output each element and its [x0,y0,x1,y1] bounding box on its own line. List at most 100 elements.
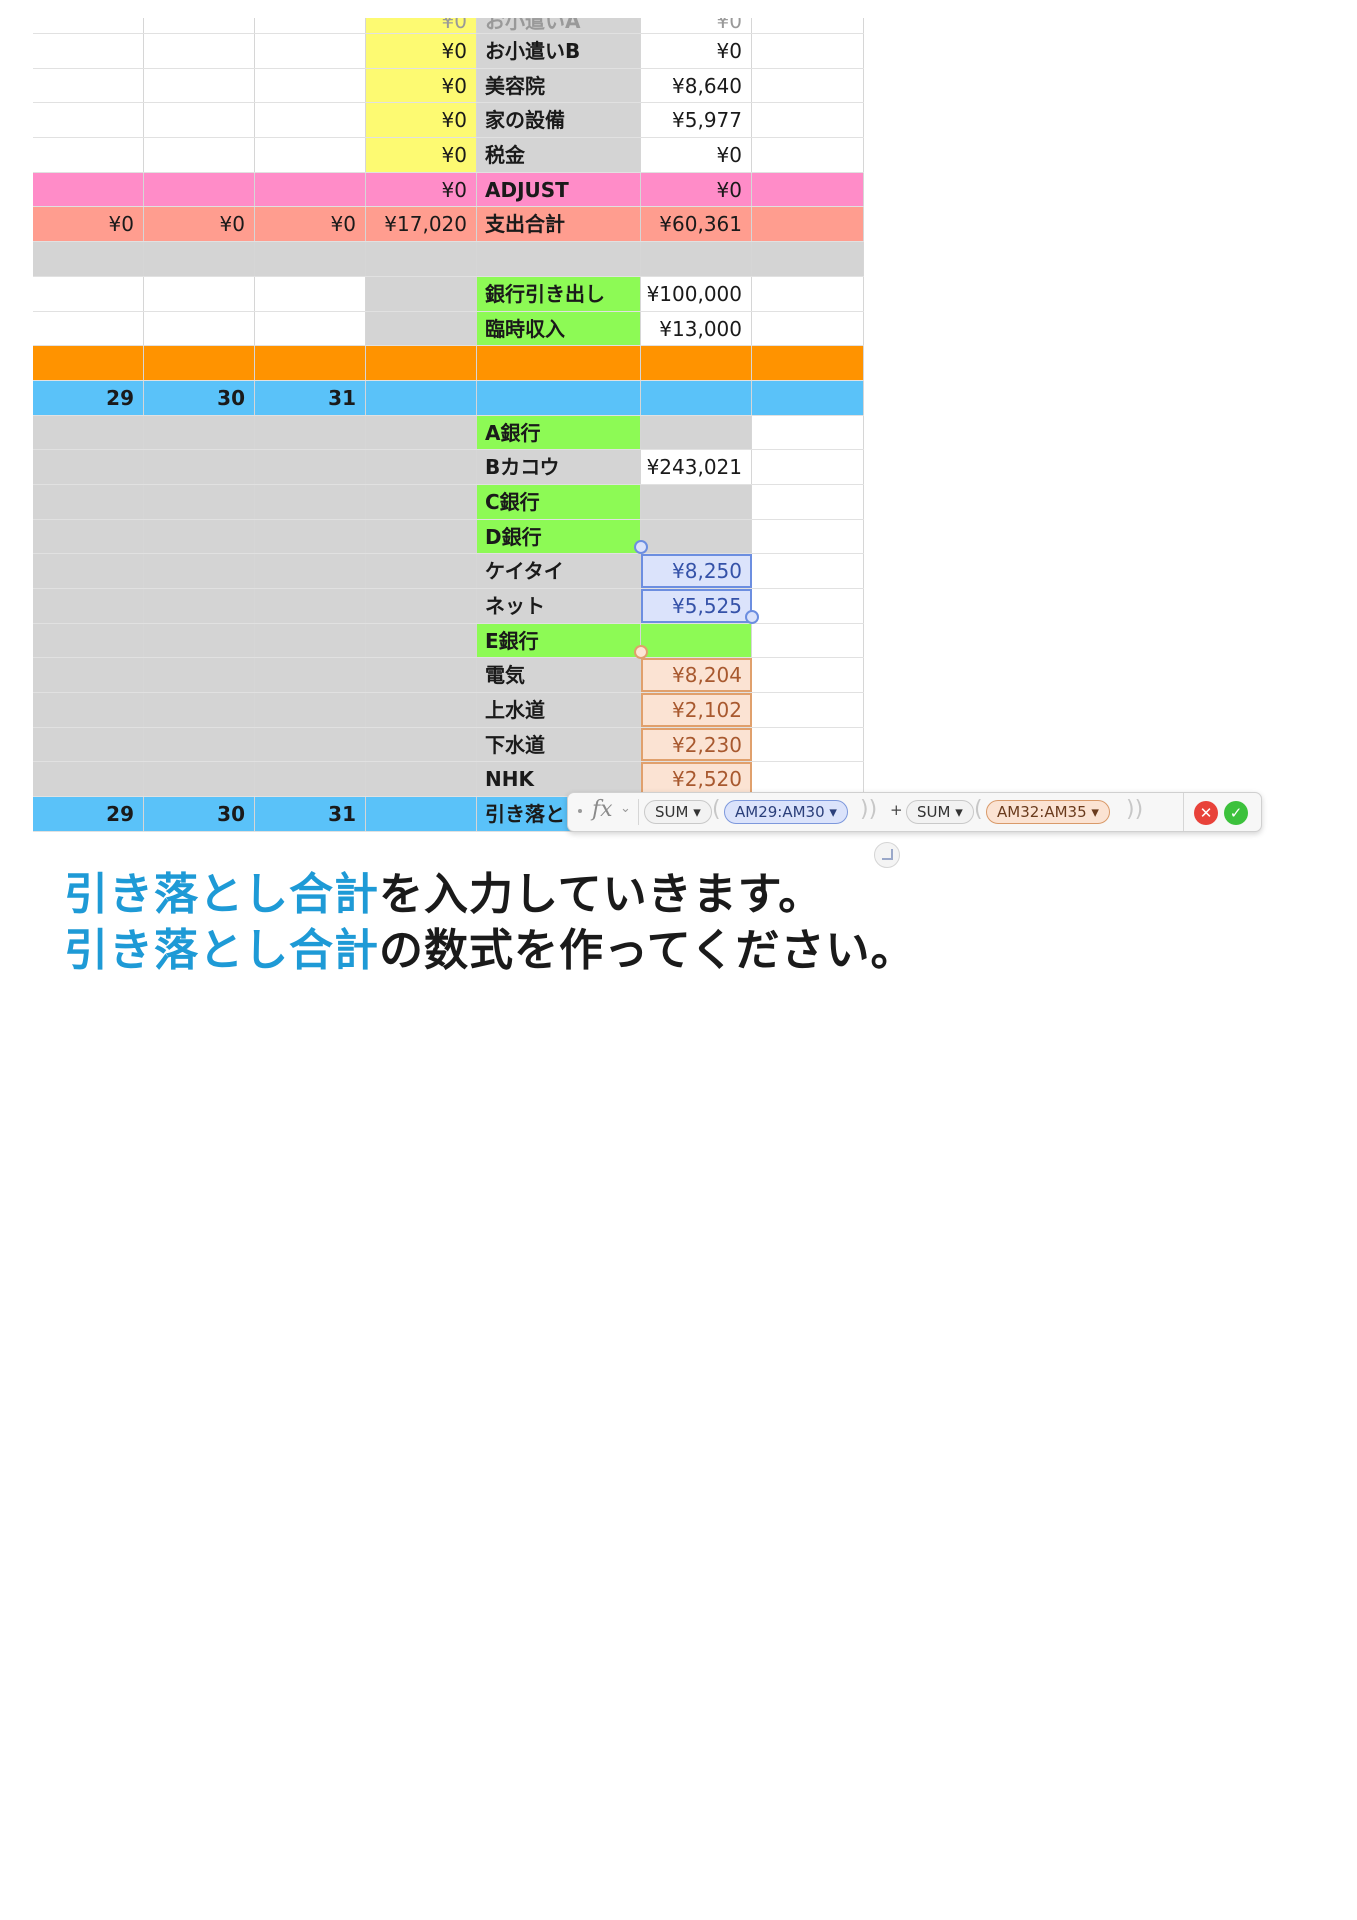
table-cell[interactable] [255,34,366,68]
table-cell[interactable] [255,103,366,138]
table-cell[interactable] [752,34,864,68]
table-cell[interactable] [752,68,864,103]
table-cell[interactable] [366,797,477,831]
table-cell[interactable] [366,415,477,450]
table-cell[interactable] [641,380,752,415]
row-label-cell[interactable]: 電気 [477,658,641,693]
row-label-cell[interactable]: 下水道 [477,727,641,762]
table-cell[interactable] [752,415,864,450]
table-cell[interactable]: 29 [33,380,144,415]
table-cell[interactable] [255,623,366,658]
table-cell[interactable] [752,658,864,693]
table-cell[interactable] [33,450,144,484]
table-cell[interactable]: ¥0 [366,18,477,33]
table-cell[interactable]: ¥8,640 [641,68,752,103]
table-cell[interactable] [33,589,144,623]
table-cell[interactable] [33,18,144,33]
row-label-cell[interactable]: 支出合計 [477,207,641,242]
table-cell[interactable] [33,693,144,727]
table-cell[interactable] [752,276,864,311]
table-cell[interactable] [33,519,144,554]
table-cell[interactable]: 31 [255,797,366,831]
table-cell[interactable] [144,658,255,693]
row-label-cell[interactable]: E銀行 [477,623,641,658]
table-cell[interactable] [366,484,477,519]
table-cell[interactable] [366,450,477,484]
table-cell[interactable] [33,68,144,103]
table-cell[interactable] [144,311,255,346]
table-cell[interactable]: ¥17,020 [366,207,477,242]
table-cell[interactable] [752,450,864,484]
table-cell[interactable] [752,172,864,207]
table-cell[interactable]: ¥60,361 [641,207,752,242]
table-cell[interactable]: ¥5,977 [641,103,752,138]
table-cell[interactable] [641,623,752,658]
table-cell[interactable]: 30 [144,797,255,831]
table-cell[interactable] [33,276,144,311]
table-cell[interactable] [255,554,366,588]
table-cell[interactable]: 31 [255,380,366,415]
row-label-cell[interactable]: お小遣いB [477,34,641,68]
row-label-cell[interactable]: 臨時収入 [477,311,641,346]
table-cell[interactable] [144,346,255,380]
table-cell[interactable]: ¥0 [641,138,752,172]
table-cell[interactable] [33,34,144,68]
table-cell[interactable] [33,172,144,207]
table-cell[interactable]: ¥0 [366,103,477,138]
table-cell[interactable] [144,103,255,138]
table-cell[interactable] [144,727,255,762]
table-cell[interactable]: ¥2,230 [641,727,752,762]
cancel-formula-button[interactable]: ✕ [1194,801,1218,825]
table-cell[interactable] [255,589,366,623]
table-cell[interactable] [255,138,366,172]
table-cell[interactable] [255,762,366,797]
table-cell[interactable]: ¥0 [366,138,477,172]
table-cell[interactable] [255,242,366,276]
table-cell[interactable]: ¥2,102 [641,693,752,727]
row-label-cell[interactable]: 美容院 [477,68,641,103]
table-cell[interactable] [33,346,144,380]
table-cell[interactable] [641,346,752,380]
table-cell[interactable] [366,554,477,588]
table-cell[interactable] [641,484,752,519]
row-label-cell[interactable]: 銀行引き出し [477,276,641,311]
range-reference-token-2[interactable]: AM32:AM35 ▾ [986,800,1110,824]
table-cell[interactable] [752,242,864,276]
range-reference-token-1[interactable]: AM29:AM30 ▾ [724,800,848,824]
row-label-cell[interactable]: D銀行 [477,519,641,554]
table-cell[interactable]: ¥0 [144,207,255,242]
table-cell[interactable]: ¥0 [255,207,366,242]
selection-handle-orange-top[interactable] [634,645,648,659]
table-cell[interactable] [33,242,144,276]
table-cell[interactable] [641,242,752,276]
table-cell[interactable] [366,311,477,346]
table-cell[interactable] [255,346,366,380]
table-cell[interactable] [752,207,864,242]
table-cell[interactable] [144,242,255,276]
table-cell[interactable] [752,693,864,727]
table-cell[interactable] [255,519,366,554]
table-cell[interactable]: ¥8,204 [641,658,752,693]
table-cell[interactable] [752,380,864,415]
table-cell[interactable] [752,623,864,658]
table-cell[interactable] [752,346,864,380]
table-cell[interactable] [366,623,477,658]
table-cell[interactable] [366,346,477,380]
row-label-cell[interactable]: ケイタイ [477,554,641,588]
table-cell[interactable]: ¥0 [366,34,477,68]
table-cell[interactable] [641,519,752,554]
table-cell[interactable]: ¥13,000 [641,311,752,346]
table-cell[interactable] [33,415,144,450]
table-cell[interactable] [366,693,477,727]
table-cell[interactable] [144,693,255,727]
fx-icon[interactable]: fx [592,797,613,822]
table-cell[interactable] [366,727,477,762]
table-cell[interactable] [255,276,366,311]
table-cell[interactable] [33,484,144,519]
table-cell[interactable] [752,589,864,623]
table-cell[interactable] [144,589,255,623]
table-cell[interactable] [144,276,255,311]
row-label-cell[interactable]: ネット [477,589,641,623]
table-cell[interactable]: ¥0 [641,18,752,33]
table-cell[interactable] [255,415,366,450]
